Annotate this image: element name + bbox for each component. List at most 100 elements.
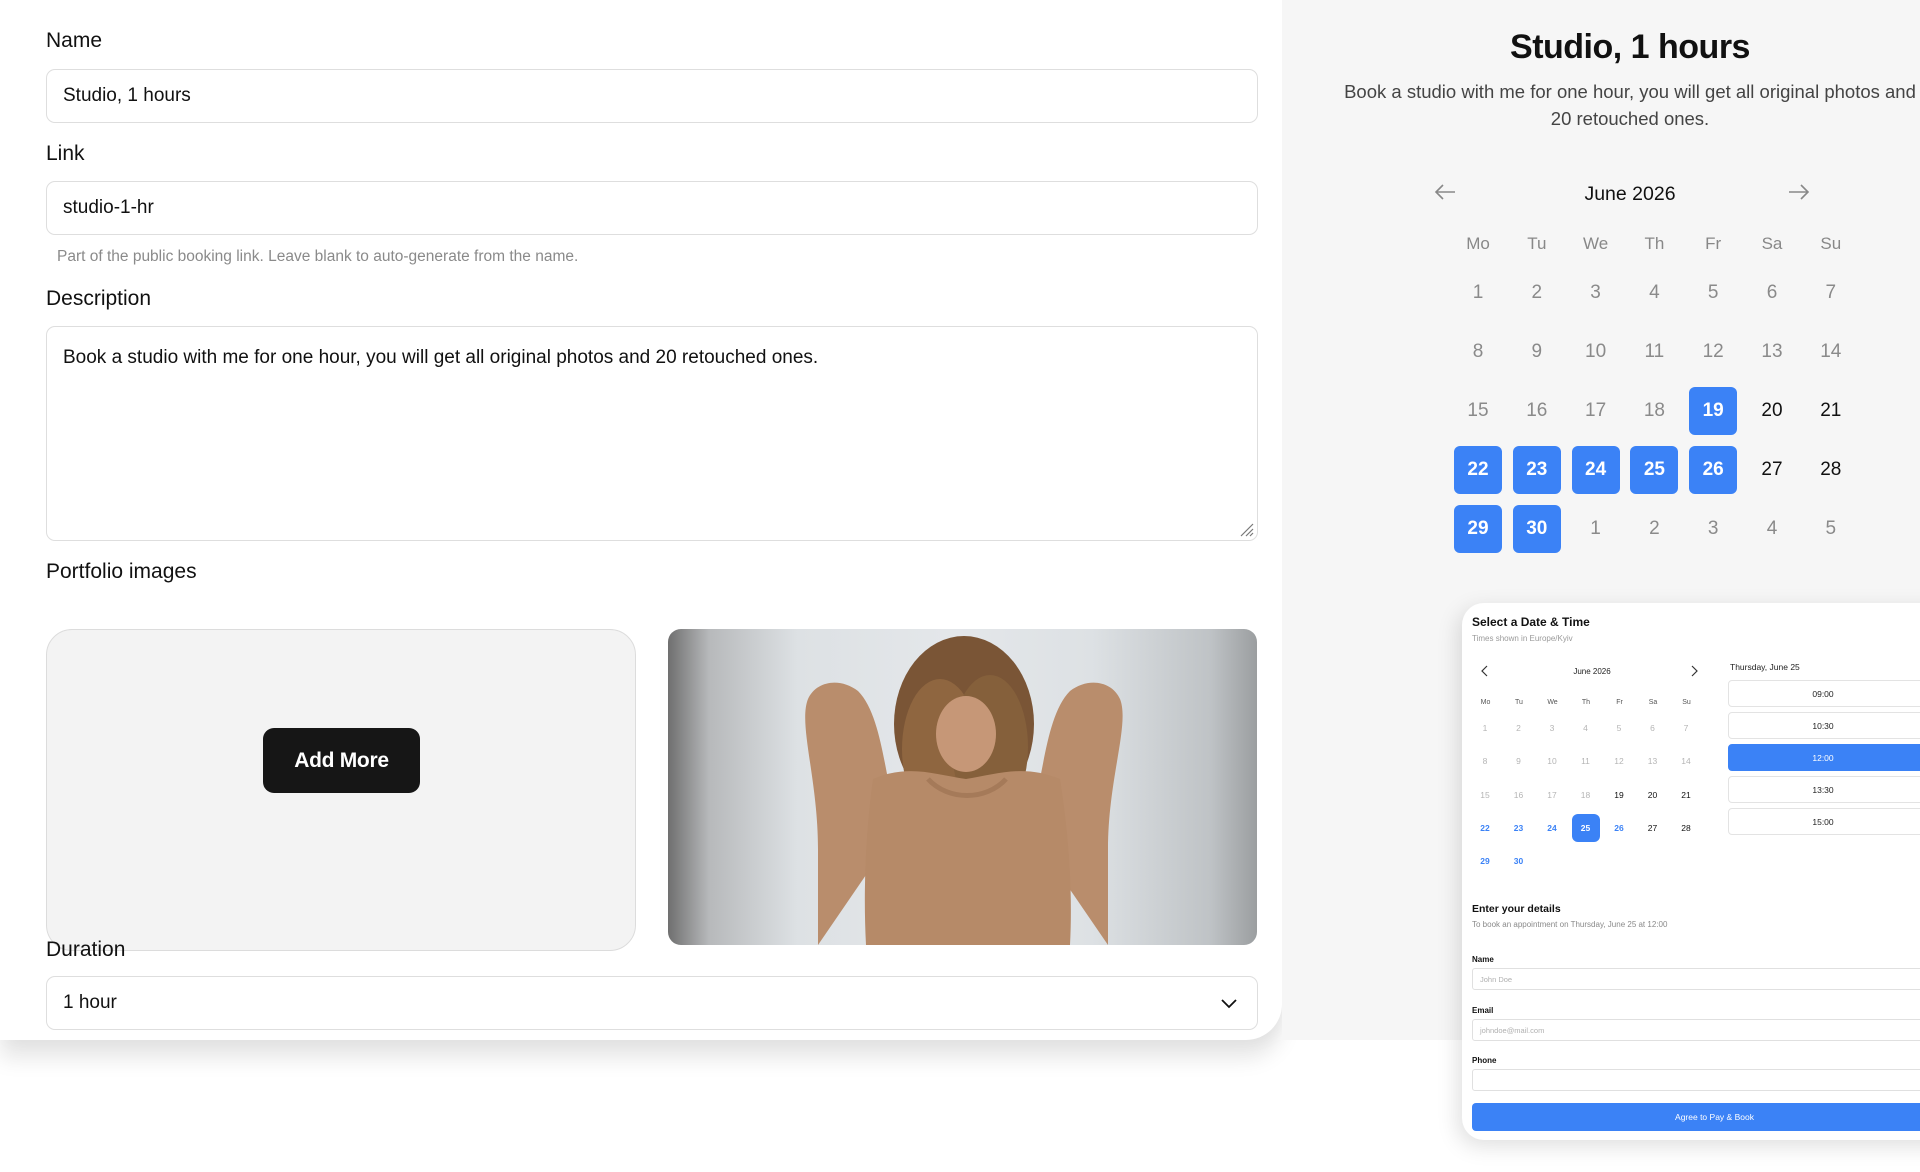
calendar-day: 16: [1526, 400, 1548, 421]
calendar-day: 13: [1761, 341, 1783, 362]
widget-calendar-day: 12: [1614, 756, 1624, 767]
weekday-we: We: [1582, 234, 1609, 253]
calendar-day[interactable]: 25: [1630, 446, 1679, 494]
calendar-day[interactable]: 23: [1512, 446, 1561, 494]
widget-calendar-day[interactable]: 23: [1505, 814, 1533, 842]
widget-calendar-day[interactable]: 20: [1639, 781, 1667, 809]
calendar-day: 4: [1766, 518, 1778, 539]
widget-calendar-day[interactable]: 29: [1471, 847, 1499, 875]
description-label: Description: [46, 287, 152, 310]
widget-name-input[interactable]: John Doe: [1472, 968, 1920, 990]
portfolio-photo-illustration: [805, 636, 1123, 945]
time-slot-button[interactable]: 13:30: [1728, 776, 1920, 803]
calendar-day[interactable]: 22: [1454, 446, 1502, 494]
widget-timezone-note: Times shown in Europe/Kyiv: [1472, 634, 1573, 643]
widget-prev-month-icon[interactable]: [1480, 665, 1490, 677]
widget-calendar-month: June 2026: [1573, 667, 1611, 676]
time-slot-button[interactable]: 15:00: [1728, 808, 1920, 835]
time-slot-button[interactable]: 10:30: [1728, 712, 1920, 739]
description-textarea[interactable]: Book a studio with me for one hour, you …: [46, 326, 1258, 541]
widget-calendar-day: 8: [1482, 756, 1488, 767]
widget-calendar-day: 17: [1547, 789, 1557, 800]
calendar-day: 9: [1531, 341, 1543, 362]
calendar-day: 2: [1531, 282, 1543, 303]
link-label: Link: [46, 142, 85, 165]
widget-calendar-day[interactable]: 19: [1605, 781, 1633, 809]
calendar-day: 3: [1707, 518, 1719, 539]
link-field[interactable]: studio-1-hr: [46, 181, 1258, 235]
calendar-day: 3: [1590, 282, 1601, 303]
widget-details-note: To book an appointment on Thursday, June…: [1472, 920, 1668, 929]
widget-calendar-day: 14: [1681, 756, 1691, 767]
widget-phone-input[interactable]: [1472, 1069, 1920, 1091]
widget-calendar-day[interactable]: 25: [1571, 813, 1600, 842]
widget-calendar-day: 4: [1583, 723, 1588, 733]
widget-weekday-fr: Fr: [1616, 699, 1623, 706]
time-slot-button[interactable]: 09:00: [1728, 680, 1920, 707]
portfolio-image[interactable]: [668, 629, 1257, 945]
weekday-tu: Tu: [1527, 234, 1547, 253]
calendar-day[interactable]: 30: [1512, 505, 1561, 553]
widget-weekday-we: We: [1547, 699, 1558, 706]
calendar-day: 15: [1467, 400, 1489, 421]
widget-weekday-sa: Sa: [1648, 699, 1658, 706]
weekday-mo: Mo: [1466, 234, 1490, 253]
widget-calendar-day[interactable]: 21: [1672, 781, 1700, 809]
name-label: Name: [46, 29, 103, 52]
widget-calendar-day: 10: [1547, 756, 1557, 767]
calendar-day[interactable]: 29: [1454, 505, 1502, 553]
widget-calendar-day: 1: [1482, 723, 1488, 733]
agree-pay-book-button[interactable]: Agree to Pay & Book: [1472, 1103, 1920, 1131]
duration-select[interactable]: 1 hour: [46, 976, 1258, 1030]
calendar-day: 5: [1825, 518, 1837, 539]
widget-calendar-day: 18: [1580, 789, 1591, 800]
widget-name-label: Name: [1472, 955, 1494, 964]
widget-calendar-day[interactable]: 30: [1505, 847, 1533, 875]
resize-grip-icon[interactable]: [1238, 521, 1254, 537]
calendar-day: 18: [1643, 400, 1665, 421]
calendar-day: 1: [1590, 518, 1601, 539]
widget-calendar-day: 16: [1513, 789, 1524, 800]
widget-calendar-day: 15: [1480, 789, 1490, 800]
widget-calendar-day: 7: [1683, 723, 1689, 733]
next-month-arrow-icon[interactable]: [1786, 180, 1812, 204]
widget-weekday-su: Su: [1682, 699, 1691, 706]
widget-weekday-mo: Mo: [1480, 699, 1491, 706]
calendar-day[interactable]: 21: [1807, 387, 1855, 435]
time-slot-button[interactable]: 12:00: [1728, 744, 1920, 771]
calendar-day: 11: [1644, 341, 1665, 362]
calendar-day[interactable]: 24: [1571, 446, 1620, 494]
widget-calendar-day: 5: [1616, 723, 1622, 733]
widget-calendar-day[interactable]: 24: [1538, 814, 1566, 842]
weekday-sa: Sa: [1761, 234, 1783, 253]
calendar-day[interactable]: 27: [1748, 446, 1796, 494]
weekday-fr: Fr: [1705, 234, 1722, 253]
portfolio-label: Portfolio images: [46, 560, 197, 583]
widget-weekday-tu: Tu: [1515, 699, 1523, 706]
widget-calendar-day[interactable]: 26: [1605, 814, 1633, 842]
previous-month-arrow-icon[interactable]: [1433, 180, 1459, 204]
calendar-day[interactable]: 20: [1748, 387, 1796, 435]
widget-title: Select a Date & Time: [1472, 615, 1590, 629]
calendar-day[interactable]: 19: [1689, 387, 1738, 435]
widget-details-title: Enter your details: [1472, 903, 1561, 915]
calendar-day: 8: [1472, 341, 1484, 362]
calendar-day: 1: [1472, 282, 1484, 303]
calendar-day: 7: [1825, 282, 1837, 303]
calendar-day[interactable]: 26: [1689, 446, 1738, 494]
widget-calendar-day[interactable]: 28: [1672, 814, 1700, 842]
widget-email-input[interactable]: johndoe@mail.com: [1472, 1019, 1920, 1041]
calendar-day[interactable]: 28: [1807, 446, 1855, 494]
calendar-day: 10: [1585, 341, 1607, 362]
add-more-button[interactable]: Add More: [263, 728, 420, 793]
calendar-day: 14: [1820, 341, 1842, 362]
widget-next-month-icon[interactable]: [1689, 665, 1699, 677]
widget-calendar-day: 11: [1581, 756, 1590, 767]
weekday-su: Su: [1820, 234, 1842, 253]
name-field[interactable]: Studio, 1 hours: [46, 69, 1258, 123]
embedded-booking-widget: Select a Date & Time Times shown in Euro…: [1462, 603, 1920, 1140]
calendar-day: 5: [1707, 282, 1719, 303]
duration-label: Duration: [46, 938, 126, 961]
widget-calendar-day[interactable]: 27: [1639, 814, 1667, 842]
widget-calendar-day[interactable]: 22: [1471, 814, 1499, 842]
